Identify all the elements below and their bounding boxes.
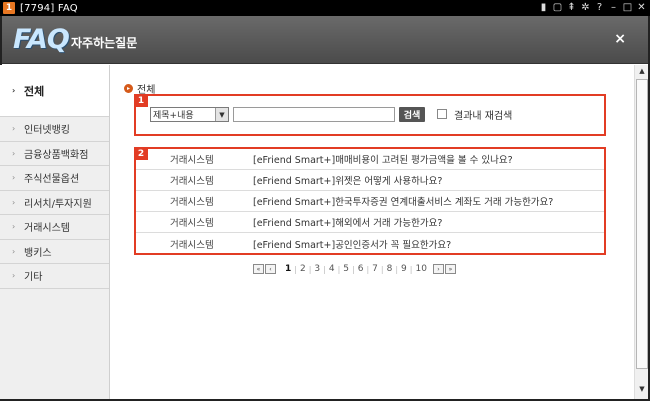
- faq-question-link[interactable]: [eFriend Smart+]해외에서 거래 가능한가요?: [253, 215, 442, 229]
- chevron-right-icon: ›: [12, 148, 16, 158]
- page-link-6[interactable]: 6: [355, 264, 367, 274]
- next-page-button[interactable]: ›: [432, 264, 444, 274]
- sidebar-item-label: 뱅키스: [24, 247, 52, 259]
- page-link-2[interactable]: 2: [297, 264, 309, 274]
- sidebar-item-label: 거래시스템: [24, 223, 70, 235]
- close-icon[interactable]: ✕: [636, 1, 647, 15]
- scroll-down-icon[interactable]: ▼: [636, 383, 648, 395]
- faq-question-link[interactable]: [eFriend Smart+]위젯은 어떻게 사용하나요?: [253, 173, 442, 187]
- sidebar: › 전체 › 인터넷뱅킹 › 금융상품백화점 › 주식선물옵션 › 리서치/투자…: [0, 65, 110, 401]
- faq-question-link[interactable]: [eFriend Smart+]한국투자증권 연계대출서비스 계좌도 거래 가능…: [253, 194, 553, 208]
- chevron-down-icon[interactable]: ▼: [215, 108, 228, 121]
- faq-question-link[interactable]: [eFriend Smart+]공인인증서가 꼭 필요한가요?: [253, 237, 451, 251]
- sidebar-item-research[interactable]: › 리서치/투자지원: [0, 191, 109, 215]
- page-link-4[interactable]: 4: [326, 264, 338, 274]
- settings-icon[interactable]: ✲: [580, 1, 591, 15]
- page-link-10[interactable]: 10: [412, 264, 429, 274]
- chevron-right-icon: ›: [12, 197, 16, 207]
- sidebar-item-internet-banking[interactable]: › 인터넷뱅킹: [0, 117, 109, 142]
- search-field-select[interactable]: 제목+내용 ▼: [150, 107, 229, 122]
- faq-question-link[interactable]: [eFriend Smart+]매매비용이 고려된 평가금액을 볼 수 있나요?: [253, 152, 513, 166]
- faq-logo: FAQ: [13, 24, 70, 55]
- sidebar-item-label: 인터넷뱅킹: [24, 125, 70, 137]
- sidebar-item-label: 금융상품백화점: [24, 149, 89, 161]
- sidebar-item-other[interactable]: › 기타: [0, 264, 109, 289]
- last-page-button[interactable]: »: [444, 264, 456, 274]
- faq-category: 거래시스템: [170, 155, 214, 166]
- page-title: 자주하는질문: [71, 36, 138, 50]
- first-page-button[interactable]: «: [253, 264, 264, 274]
- maximize-icon[interactable]: □: [622, 1, 633, 15]
- prev-page-button[interactable]: ‹: [265, 264, 276, 274]
- table-row[interactable]: 거래시스템 [eFriend Smart+]해외에서 거래 가능한가요?: [136, 212, 604, 233]
- window-title: [7794] FAQ: [20, 2, 78, 14]
- page-link-1[interactable]: 1: [282, 264, 294, 274]
- chevron-right-icon: ›: [12, 86, 16, 95]
- table-row[interactable]: 거래시스템 [eFriend Smart+]매매비용이 고려된 평가금액을 볼 …: [136, 149, 604, 170]
- chevron-right-icon: ›: [12, 222, 16, 232]
- window-badge: 1: [3, 2, 15, 14]
- chevron-right-icon: ›: [12, 173, 16, 183]
- plug-icon[interactable]: ▮: [538, 1, 549, 15]
- sidebar-item-trading-system[interactable]: › 거래시스템: [0, 215, 109, 240]
- search-within-checkbox[interactable]: [437, 109, 447, 119]
- sidebar-item-label: 기타: [24, 272, 43, 284]
- scroll-up-icon[interactable]: ▲: [636, 65, 648, 77]
- table-row[interactable]: 거래시스템 [eFriend Smart+]한국투자증권 연계대출서비스 계좌도…: [136, 191, 604, 212]
- faq-category: 거래시스템: [170, 176, 214, 187]
- bullet-arrow-icon: ▸: [124, 84, 133, 93]
- window-controls: ▮ ▢ ⇞ ✲ ? – □ ✕: [538, 1, 647, 15]
- pin-icon[interactable]: ⇞: [566, 1, 577, 15]
- search-button[interactable]: 검색: [399, 107, 425, 122]
- chevron-right-icon: ›: [12, 271, 16, 281]
- minimize-icon[interactable]: –: [608, 1, 619, 15]
- search-within-label: 결과내 재검색: [454, 111, 513, 122]
- faq-category: 거래시스템: [170, 239, 214, 251]
- window-icon[interactable]: ▢: [552, 1, 563, 15]
- app-header: FAQ 자주하는질문 ×: [0, 16, 650, 64]
- help-icon[interactable]: ?: [594, 1, 605, 15]
- page-link-9[interactable]: 9: [398, 264, 410, 274]
- sidebar-item-bankis[interactable]: › 뱅키스: [0, 240, 109, 264]
- search-select-value: 제목+내용: [153, 111, 194, 121]
- chevron-right-icon: ›: [12, 124, 16, 134]
- sidebar-item-label: 리서치/투자지원: [24, 198, 92, 210]
- callout-badge-1: 1: [134, 94, 148, 107]
- header-close-button[interactable]: ×: [614, 31, 626, 47]
- table-row[interactable]: 거래시스템 [eFriend Smart+]위젯은 어떻게 사용하나요?: [136, 170, 604, 191]
- sidebar-item-stocks-futures[interactable]: › 주식선물옵션: [0, 166, 109, 191]
- pagination: « ‹ 1 | 2 | 3 | 4 | 5 | 6 | 7 | 8 | 9 | 10 › »: [253, 263, 457, 275]
- chevron-right-icon: ›: [12, 246, 16, 256]
- sidebar-item-all[interactable]: › 전체: [0, 65, 109, 117]
- sidebar-item-label: 전체: [24, 84, 45, 98]
- window-titlebar: 1 [7794] FAQ ▮ ▢ ⇞ ✲ ? – □ ✕: [0, 0, 650, 16]
- table-row[interactable]: 거래시스템 [eFriend Smart+]공인인증서가 꼭 필요한가요?: [136, 233, 604, 254]
- faq-category: 거래시스템: [170, 197, 214, 208]
- page-link-5[interactable]: 5: [340, 264, 352, 274]
- sidebar-item-financial-products[interactable]: › 금융상품백화점: [0, 142, 109, 166]
- page-link-7[interactable]: 7: [369, 264, 381, 274]
- page-link-8[interactable]: 8: [384, 264, 396, 274]
- page-link-3[interactable]: 3: [311, 264, 323, 274]
- sidebar-item-label: 주식선물옵션: [24, 174, 80, 186]
- faq-list: 2 거래시스템 [eFriend Smart+]매매비용이 고려된 평가금액을 …: [134, 147, 606, 255]
- search-input[interactable]: [233, 107, 395, 122]
- vertical-scrollbar[interactable]: ▲ ▼: [634, 65, 648, 401]
- faq-category: 거래시스템: [170, 218, 214, 229]
- scroll-thumb[interactable]: [636, 79, 648, 369]
- search-panel: 1 제목+내용 ▼ 검색 결과내 재검색: [134, 94, 606, 136]
